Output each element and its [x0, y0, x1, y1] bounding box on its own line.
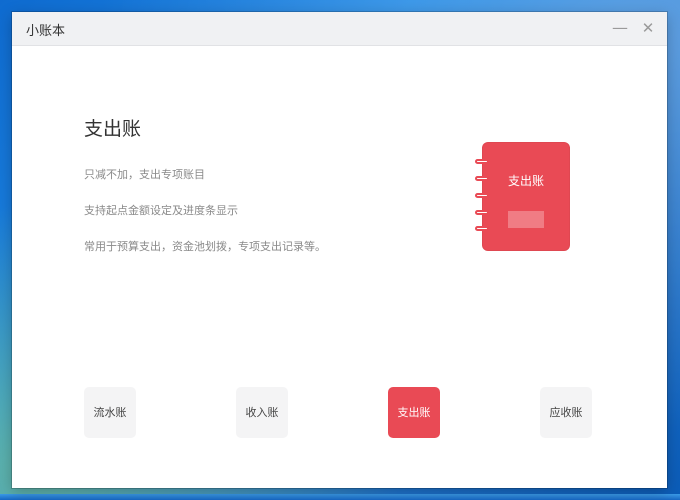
description-line: 常用于预算支出，资金池划拨，专项支出记录等。 [84, 240, 326, 253]
binder-ring-icon [475, 226, 489, 231]
tab-flow-ledger[interactable]: 流水账 [84, 387, 136, 438]
binder-ring-icon [475, 210, 489, 215]
title-bar[interactable]: 小账本 — ✕ [12, 12, 667, 46]
tab-expense-ledger[interactable]: 支出账 [388, 387, 440, 438]
taskbar [0, 494, 680, 500]
window-title: 小账本 [26, 24, 66, 39]
close-button[interactable]: ✕ [638, 18, 658, 38]
notebook-label: 支出账 [507, 174, 544, 188]
binder-ring-icon [475, 159, 489, 164]
binder-ring-icon [475, 193, 489, 198]
page-title: 支出账 [84, 118, 142, 140]
notebook-illustration: 支出账 [475, 142, 570, 251]
minimize-button[interactable]: — [610, 18, 630, 38]
description-line: 只减不加，支出专项账目 [84, 168, 205, 181]
tab-income-ledger[interactable]: 收入账 [236, 387, 288, 438]
tab-receivable-ledger[interactable]: 应收账 [540, 387, 592, 438]
app-window: 小账本 — ✕ 支出账 只减不加，支出专项账目 支持起点金额设定及进度条显示 常… [12, 12, 667, 488]
notebook-progress-bar [508, 211, 544, 228]
description-line: 支持起点金额设定及进度条显示 [84, 204, 238, 217]
